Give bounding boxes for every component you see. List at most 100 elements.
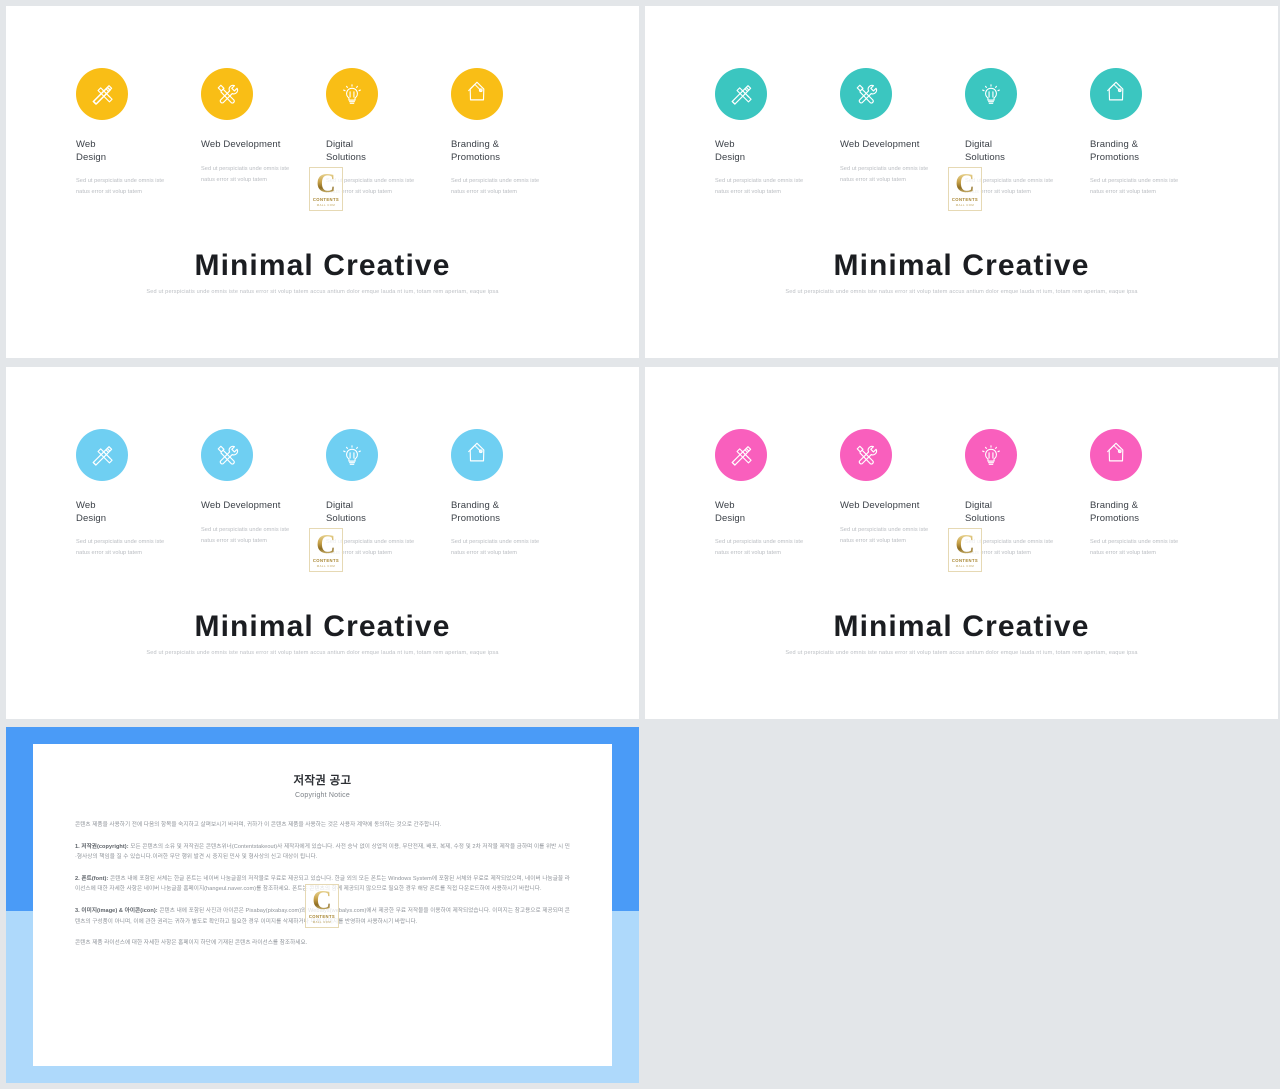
feature-column[interactable]: Web Development Sed ut perspiciatis unde…	[201, 68, 326, 198]
page-title: Minimal Creative	[194, 610, 451, 643]
copyright-section: 1. 저작권(copyright): 모든 콘텐츠의 소유 및 저작권은 콘텐츠…	[75, 842, 570, 863]
feature-column[interactable]: Web Design Sed ut perspiciatis unde omni…	[76, 429, 201, 559]
screwdriver-wrench-icon-circle	[201, 429, 253, 481]
feature-column[interactable]: Branding & Promotions Sed ut perspiciati…	[451, 429, 576, 559]
slide-blue[interactable]: Web Design Sed ut perspiciatis unde omni…	[6, 367, 639, 719]
headline-block: Minimal Creative Sed ut perspiciatis und…	[6, 249, 639, 295]
price-tags-icon	[1107, 442, 1124, 462]
feature-body: Sed ut perspiciatis unde omnis iste natu…	[715, 178, 804, 195]
feature-title: Digital Solutions	[965, 139, 1005, 163]
price-tags-icon	[468, 442, 485, 462]
lightbulb-icon	[982, 445, 1000, 465]
feature-column[interactable]: Branding & Promotions Sed ut perspiciati…	[1090, 429, 1215, 559]
feature-column[interactable]: Branding & Promotions Sed ut perspiciati…	[451, 68, 576, 198]
page-subtitle: Sed ut perspiciatis unde omnis iste natu…	[785, 289, 1138, 295]
screwdriver-wrench-icon	[217, 445, 239, 465]
feature-title: Branding & Promotions	[1090, 139, 1140, 163]
feature-column[interactable]: Branding & Promotions Sed ut perspiciati…	[1090, 68, 1215, 198]
feature-body: Sed ut perspiciatis unde omnis iste natu…	[451, 539, 540, 556]
feature-columns: Web Design Sed ut perspiciatis unde omni…	[76, 68, 576, 198]
feature-title: Web Design	[715, 500, 746, 524]
feature-title: Branding & Promotions	[1090, 500, 1140, 524]
page-title: Minimal Creative	[194, 249, 451, 282]
slide-yellow[interactable]: Web Design Sed ut perspiciatis unde omni…	[6, 6, 639, 358]
feature-title: Digital Solutions	[326, 500, 366, 524]
feature-column[interactable]: Digital Solutions Sed ut perspiciatis un…	[326, 68, 451, 198]
feature-body: Sed ut perspiciatis unde omnis iste natu…	[76, 178, 165, 195]
lightbulb-icon-circle	[965, 429, 1017, 481]
feature-body: Sed ut perspiciatis unde omnis iste natu…	[326, 539, 415, 556]
feature-column[interactable]: Web Design Sed ut perspiciatis unde omni…	[715, 68, 840, 198]
slide-pink[interactable]: Web Design Sed ut perspiciatis unde omni…	[645, 367, 1278, 719]
copyright-section: 2. 폰트(font): 콘텐츠 내에 포함된 서체는 한글 폰트는 네이버 나…	[75, 874, 570, 895]
feature-body: Sed ut perspiciatis unde omnis iste natu…	[201, 526, 290, 544]
feature-column[interactable]: Web Development Sed ut perspiciatis unde…	[840, 429, 965, 559]
feature-body: Sed ut perspiciatis unde omnis iste natu…	[715, 539, 804, 556]
feature-title: Web Design	[76, 139, 107, 163]
feature-title: Web Development	[840, 139, 920, 150]
feature-column[interactable]: Web Design Sed ut perspiciatis unde omni…	[76, 68, 201, 198]
feature-body: Sed ut perspiciatis unde omnis iste natu…	[965, 178, 1054, 195]
feature-title: Web Development	[201, 500, 281, 511]
copyright-section-text-cont: 이러한 무단 행위 발견 시 중지된 민사 및 형사상의 신고 대상이 됩니다.	[152, 854, 318, 861]
screwdriver-wrench-icon-circle	[840, 429, 892, 481]
presentation-thumbnail-grid: Web Design Sed ut perspiciatis unde omni…	[0, 0, 1280, 1089]
feature-title: Web Design	[76, 500, 107, 524]
watermark-tagline: MALL COM	[316, 564, 336, 568]
copyright-section-text: 콘텐츠 내에 포함된 서체는 한글 폰트는 네이버 나눔글꼴의 저작물로 무료로…	[75, 875, 571, 893]
feature-column[interactable]: Web Development Sed ut perspiciatis unde…	[840, 68, 965, 198]
headline-block: Minimal Creative Sed ut perspiciatis und…	[645, 249, 1278, 295]
feature-title: Web Development	[201, 139, 281, 150]
watermark-tagline: MALL COM	[316, 203, 336, 207]
price-tags-icon-circle	[451, 68, 503, 120]
feature-body: Sed ut perspiciatis unde omnis iste natu…	[1090, 178, 1179, 195]
pencil-ruler-icon-circle	[715, 429, 767, 481]
page-title: Minimal Creative	[833, 610, 1090, 643]
price-tags-icon-circle	[1090, 68, 1142, 120]
feature-column[interactable]: Digital Solutions Sed ut perspiciatis un…	[965, 429, 1090, 559]
page-subtitle: Sed ut perspiciatis unde omnis iste natu…	[146, 289, 499, 295]
feature-title: Web Design	[715, 139, 746, 163]
page-subtitle: Sed ut perspiciatis unde omnis iste natu…	[785, 650, 1138, 656]
feature-columns: Web Design Sed ut perspiciatis unde omni…	[76, 429, 576, 559]
pencil-ruler-icon	[731, 85, 752, 105]
feature-body: Sed ut perspiciatis unde omnis iste natu…	[840, 165, 929, 183]
copyright-footer: 콘텐츠 제품 라이선스에 대한 자세한 사항은 홈페이지 하단에 기재된 콘텐츠…	[75, 940, 308, 947]
feature-body: Sed ut perspiciatis unde omnis iste natu…	[326, 178, 415, 195]
page-title: Minimal Creative	[833, 249, 1090, 282]
copyright-document: 저작권 공고 Copyright Notice 콘텐츠 제품을 사용하기 전에 …	[33, 744, 612, 1066]
headline-block: Minimal Creative Sed ut perspiciatis und…	[6, 610, 639, 656]
pencil-ruler-icon	[92, 85, 113, 105]
price-tags-icon	[468, 81, 485, 101]
feature-title: Branding & Promotions	[451, 139, 501, 163]
copyright-intro: 콘텐츠 제품을 사용하기 전에 다음의 항목을 숙지하고 살펴보시기 바라며, …	[75, 822, 442, 828]
lightbulb-icon	[982, 84, 1000, 104]
pencil-ruler-icon	[92, 446, 113, 466]
lightbulb-icon-circle	[965, 68, 1017, 120]
feature-column[interactable]: Digital Solutions Sed ut perspiciatis un…	[326, 429, 451, 559]
feature-column[interactable]: Web Development Sed ut perspiciatis unde…	[201, 429, 326, 559]
feature-title: Digital Solutions	[965, 500, 1005, 524]
feature-body: Sed ut perspiciatis unde omnis iste natu…	[201, 165, 290, 183]
lightbulb-icon-circle	[326, 68, 378, 120]
screwdriver-wrench-icon-circle	[840, 68, 892, 120]
screwdriver-wrench-icon	[856, 84, 878, 104]
feature-column[interactable]: Digital Solutions Sed ut perspiciatis un…	[965, 68, 1090, 198]
feature-columns: Web Design Sed ut perspiciatis unde omni…	[715, 429, 1215, 559]
copyright-section-label: 3. 이미지(image) & 아이콘(icon):	[75, 907, 158, 914]
screwdriver-wrench-icon	[856, 445, 878, 465]
feature-title: Digital Solutions	[326, 139, 366, 163]
pencil-ruler-icon-circle	[76, 429, 128, 481]
copyright-section-label: 2. 폰트(font):	[75, 875, 109, 882]
lightbulb-icon-circle	[326, 429, 378, 481]
lightbulb-icon	[343, 84, 361, 104]
screwdriver-wrench-icon	[217, 84, 239, 104]
feature-column[interactable]: Web Design Sed ut perspiciatis unde omni…	[715, 429, 840, 559]
feature-title: Web Development	[840, 500, 920, 511]
watermark-tagline: MALL COM	[955, 203, 975, 207]
feature-body: Sed ut perspiciatis unde omnis iste natu…	[965, 539, 1054, 556]
slide-teal[interactable]: Web Design Sed ut perspiciatis unde omni…	[645, 6, 1278, 358]
slide-copyright-notice[interactable]: 저작권 공고 Copyright Notice 콘텐츠 제품을 사용하기 전에 …	[6, 727, 639, 1083]
feature-columns: Web Design Sed ut perspiciatis unde omni…	[715, 68, 1215, 198]
feature-body: Sed ut perspiciatis unde omnis iste natu…	[1090, 539, 1179, 556]
